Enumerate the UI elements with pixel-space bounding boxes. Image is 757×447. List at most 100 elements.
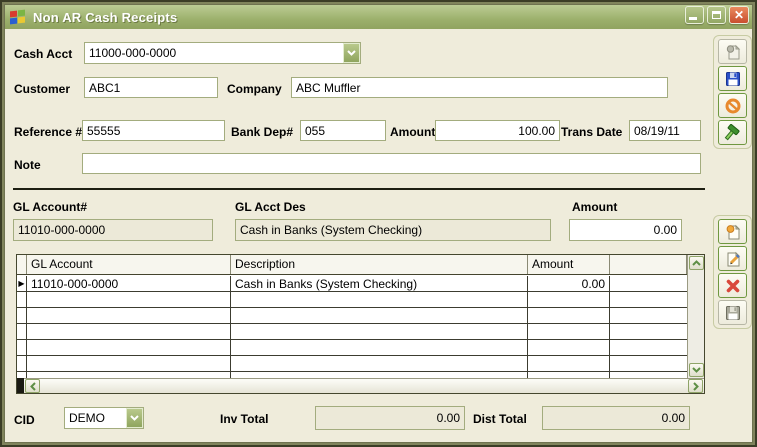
table-row[interactable] bbox=[17, 340, 687, 356]
client-area: Cash Acct 11000-000-0000 Customer Compan… bbox=[5, 29, 752, 442]
inv-total-label: Inv Total bbox=[220, 412, 268, 426]
current-row-marker bbox=[17, 308, 27, 323]
chevron-down-icon[interactable] bbox=[343, 43, 360, 63]
note-field[interactable] bbox=[82, 153, 701, 174]
cancel-icon bbox=[724, 97, 742, 115]
post-button[interactable] bbox=[718, 120, 747, 145]
save-icon bbox=[724, 70, 742, 88]
grid-cell[interactable] bbox=[231, 292, 528, 307]
scroll-left-button[interactable] bbox=[25, 379, 40, 393]
gl-amount-field[interactable] bbox=[569, 219, 682, 241]
current-row-marker bbox=[17, 324, 27, 339]
cash-acct-label: Cash Acct bbox=[14, 47, 72, 61]
cancel-button[interactable] bbox=[718, 93, 747, 118]
cid-combobox[interactable]: DEMO bbox=[64, 407, 144, 429]
maximize-icon bbox=[712, 11, 721, 19]
scroll-right-button[interactable] bbox=[688, 379, 703, 393]
current-row-marker bbox=[17, 356, 27, 371]
grid-cell[interactable] bbox=[231, 340, 528, 355]
grid-cell[interactable] bbox=[528, 340, 610, 355]
grid-cell[interactable] bbox=[27, 340, 231, 355]
grid-cell[interactable] bbox=[528, 356, 610, 371]
horizontal-scrollbar[interactable] bbox=[24, 378, 704, 393]
grid-cell[interactable] bbox=[610, 356, 687, 371]
vertical-scrollbar[interactable] bbox=[687, 255, 704, 378]
grid-cell[interactable] bbox=[27, 356, 231, 371]
chevron-down-icon[interactable] bbox=[126, 408, 143, 428]
close-button[interactable]: ✕ bbox=[729, 6, 749, 24]
bank-dep-field[interactable] bbox=[300, 120, 386, 141]
gl-acct-des-label: GL Acct Des bbox=[235, 200, 306, 214]
grid-cell[interactable] bbox=[231, 356, 528, 371]
grid-cell[interactable] bbox=[610, 308, 687, 323]
delete-row-button[interactable] bbox=[718, 273, 747, 298]
edit-row-icon bbox=[724, 250, 742, 268]
bank-dep-label: Bank Dep# bbox=[231, 125, 293, 139]
table-row[interactable] bbox=[17, 356, 687, 372]
table-row[interactable] bbox=[17, 308, 687, 324]
table-row[interactable] bbox=[17, 324, 687, 340]
scroll-up-button[interactable] bbox=[689, 256, 704, 270]
customer-field[interactable] bbox=[84, 77, 218, 98]
amount-field[interactable] bbox=[435, 120, 560, 141]
grid-cell[interactable] bbox=[528, 324, 610, 339]
grid-cell[interactable] bbox=[231, 324, 528, 339]
trans-date-field[interactable] bbox=[629, 120, 701, 141]
reference-field[interactable] bbox=[82, 120, 225, 141]
new-document-icon bbox=[724, 43, 742, 61]
grid-cell[interactable] bbox=[528, 308, 610, 323]
cid-value: DEMO bbox=[65, 408, 126, 428]
titlebar[interactable]: Non AR Cash Receipts bbox=[5, 5, 752, 29]
cash-acct-value: 11000-000-0000 bbox=[85, 43, 343, 63]
grid-cell[interactable] bbox=[610, 324, 687, 339]
grid-cell[interactable] bbox=[610, 340, 687, 355]
grid-cell[interactable]: Cash in Banks (System Checking) bbox=[231, 276, 528, 291]
gl-acct-des-field[interactable] bbox=[235, 219, 551, 241]
insert-row-button[interactable] bbox=[718, 219, 747, 244]
grid-cell[interactable]: 0.00 bbox=[528, 276, 610, 291]
gl-account-field[interactable] bbox=[13, 219, 213, 241]
grid-header: GL AccountDescriptionAmount bbox=[17, 255, 687, 275]
save-button[interactable] bbox=[718, 66, 747, 91]
grid-cell[interactable] bbox=[231, 308, 528, 323]
grid-column-header[interactable]: Description bbox=[231, 255, 528, 274]
section-divider bbox=[13, 188, 705, 190]
grid-cell[interactable] bbox=[528, 292, 610, 307]
grid-column-header[interactable] bbox=[610, 255, 687, 274]
delete-row-icon bbox=[724, 277, 742, 295]
save-row-icon bbox=[724, 304, 742, 322]
grid-cell[interactable] bbox=[27, 324, 231, 339]
company-field[interactable] bbox=[291, 77, 668, 98]
inv-total-field[interactable] bbox=[315, 406, 465, 430]
grid-cell[interactable]: 11010-000-0000 bbox=[27, 276, 231, 291]
cash-acct-combobox[interactable]: 11000-000-0000 bbox=[84, 42, 361, 64]
table-row[interactable] bbox=[17, 292, 687, 308]
grid-cell[interactable] bbox=[27, 308, 231, 323]
reference-label: Reference # bbox=[14, 125, 82, 139]
current-row-marker bbox=[17, 292, 27, 307]
gl-account-label: GL Account# bbox=[13, 200, 87, 214]
scroll-down-button[interactable] bbox=[689, 363, 704, 377]
table-row[interactable]: ▶11010-000-0000Cash in Banks (System Che… bbox=[17, 276, 687, 292]
dist-total-field[interactable] bbox=[542, 406, 690, 430]
save-row-button[interactable] bbox=[718, 300, 747, 325]
amount-label: Amount bbox=[390, 125, 435, 139]
grid-cell[interactable] bbox=[610, 292, 687, 307]
grid-column-header[interactable]: Amount bbox=[528, 255, 610, 274]
distribution-grid: GL AccountDescriptionAmount ▶11010-000-0… bbox=[16, 254, 705, 394]
trans-date-label: Trans Date bbox=[561, 125, 622, 139]
close-icon: ✕ bbox=[730, 7, 748, 24]
current-row-marker: ▶ bbox=[17, 276, 27, 291]
grid-cell[interactable] bbox=[610, 276, 687, 291]
minimize-button[interactable] bbox=[685, 6, 704, 24]
dist-total-label: Dist Total bbox=[473, 412, 527, 426]
maximize-button[interactable] bbox=[707, 6, 726, 24]
app-window: Non AR Cash Receipts ✕ Cash Acct 11000-0… bbox=[0, 0, 757, 447]
grid-cell[interactable] bbox=[27, 292, 231, 307]
insert-row-icon bbox=[724, 223, 742, 241]
grid-column-header[interactable]: GL Account bbox=[27, 255, 231, 274]
toolbar-header-group bbox=[713, 35, 752, 149]
edit-row-button[interactable] bbox=[718, 246, 747, 271]
new-document-button[interactable] bbox=[718, 39, 747, 64]
grid-body: ▶11010-000-0000Cash in Banks (System Che… bbox=[17, 276, 687, 378]
